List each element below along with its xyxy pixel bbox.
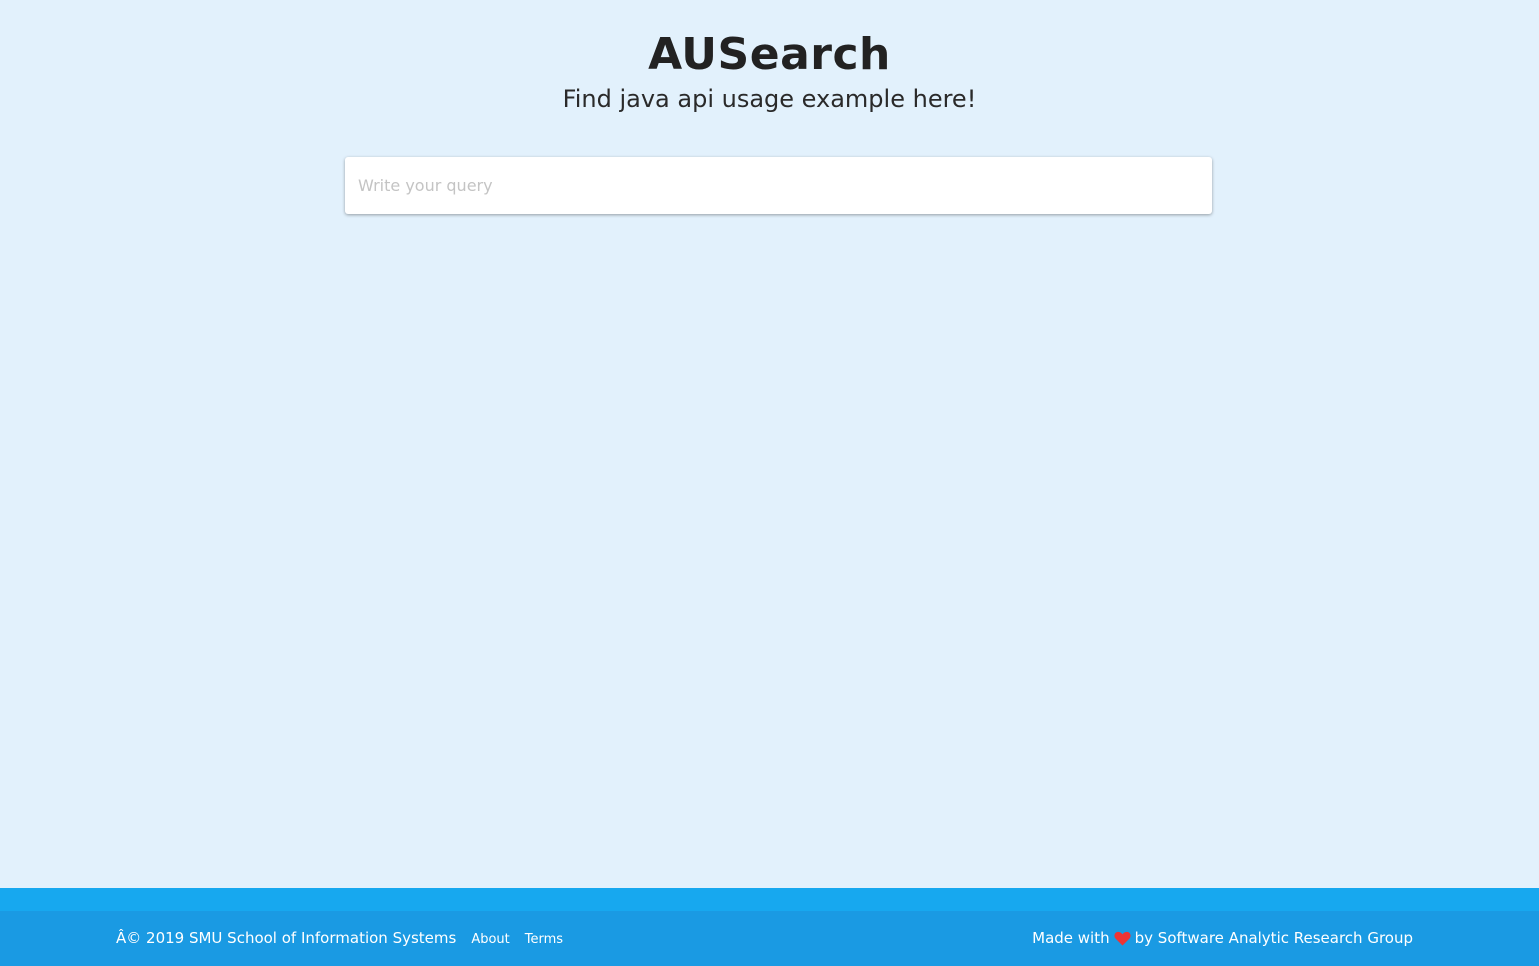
header: AUSearch Find java api usage example her… [0,26,1539,114]
footer-link-terms[interactable]: Terms [525,932,563,947]
page: AUSearch Find java api usage example her… [0,0,1539,966]
footer-left: Â© 2019 SMU School of Information System… [116,929,563,947]
footer: Â© 2019 SMU School of Information System… [0,911,1539,966]
footer-link-about[interactable]: About [471,932,509,947]
copyright-text: Â© 2019 SMU School of Information System… [116,929,457,947]
footer-credit: Made with by Software Analytic Research … [1032,929,1413,947]
footer-strip [0,888,1539,911]
made-with-suffix: by Software Analytic Research Group [1134,929,1413,947]
search-box [345,157,1212,214]
heart-icon [1114,931,1131,946]
page-title: AUSearch [648,29,891,80]
page-subtitle: Find java api usage example here! [562,85,977,113]
search-input[interactable] [345,157,1212,214]
made-with-prefix: Made with [1032,929,1110,947]
